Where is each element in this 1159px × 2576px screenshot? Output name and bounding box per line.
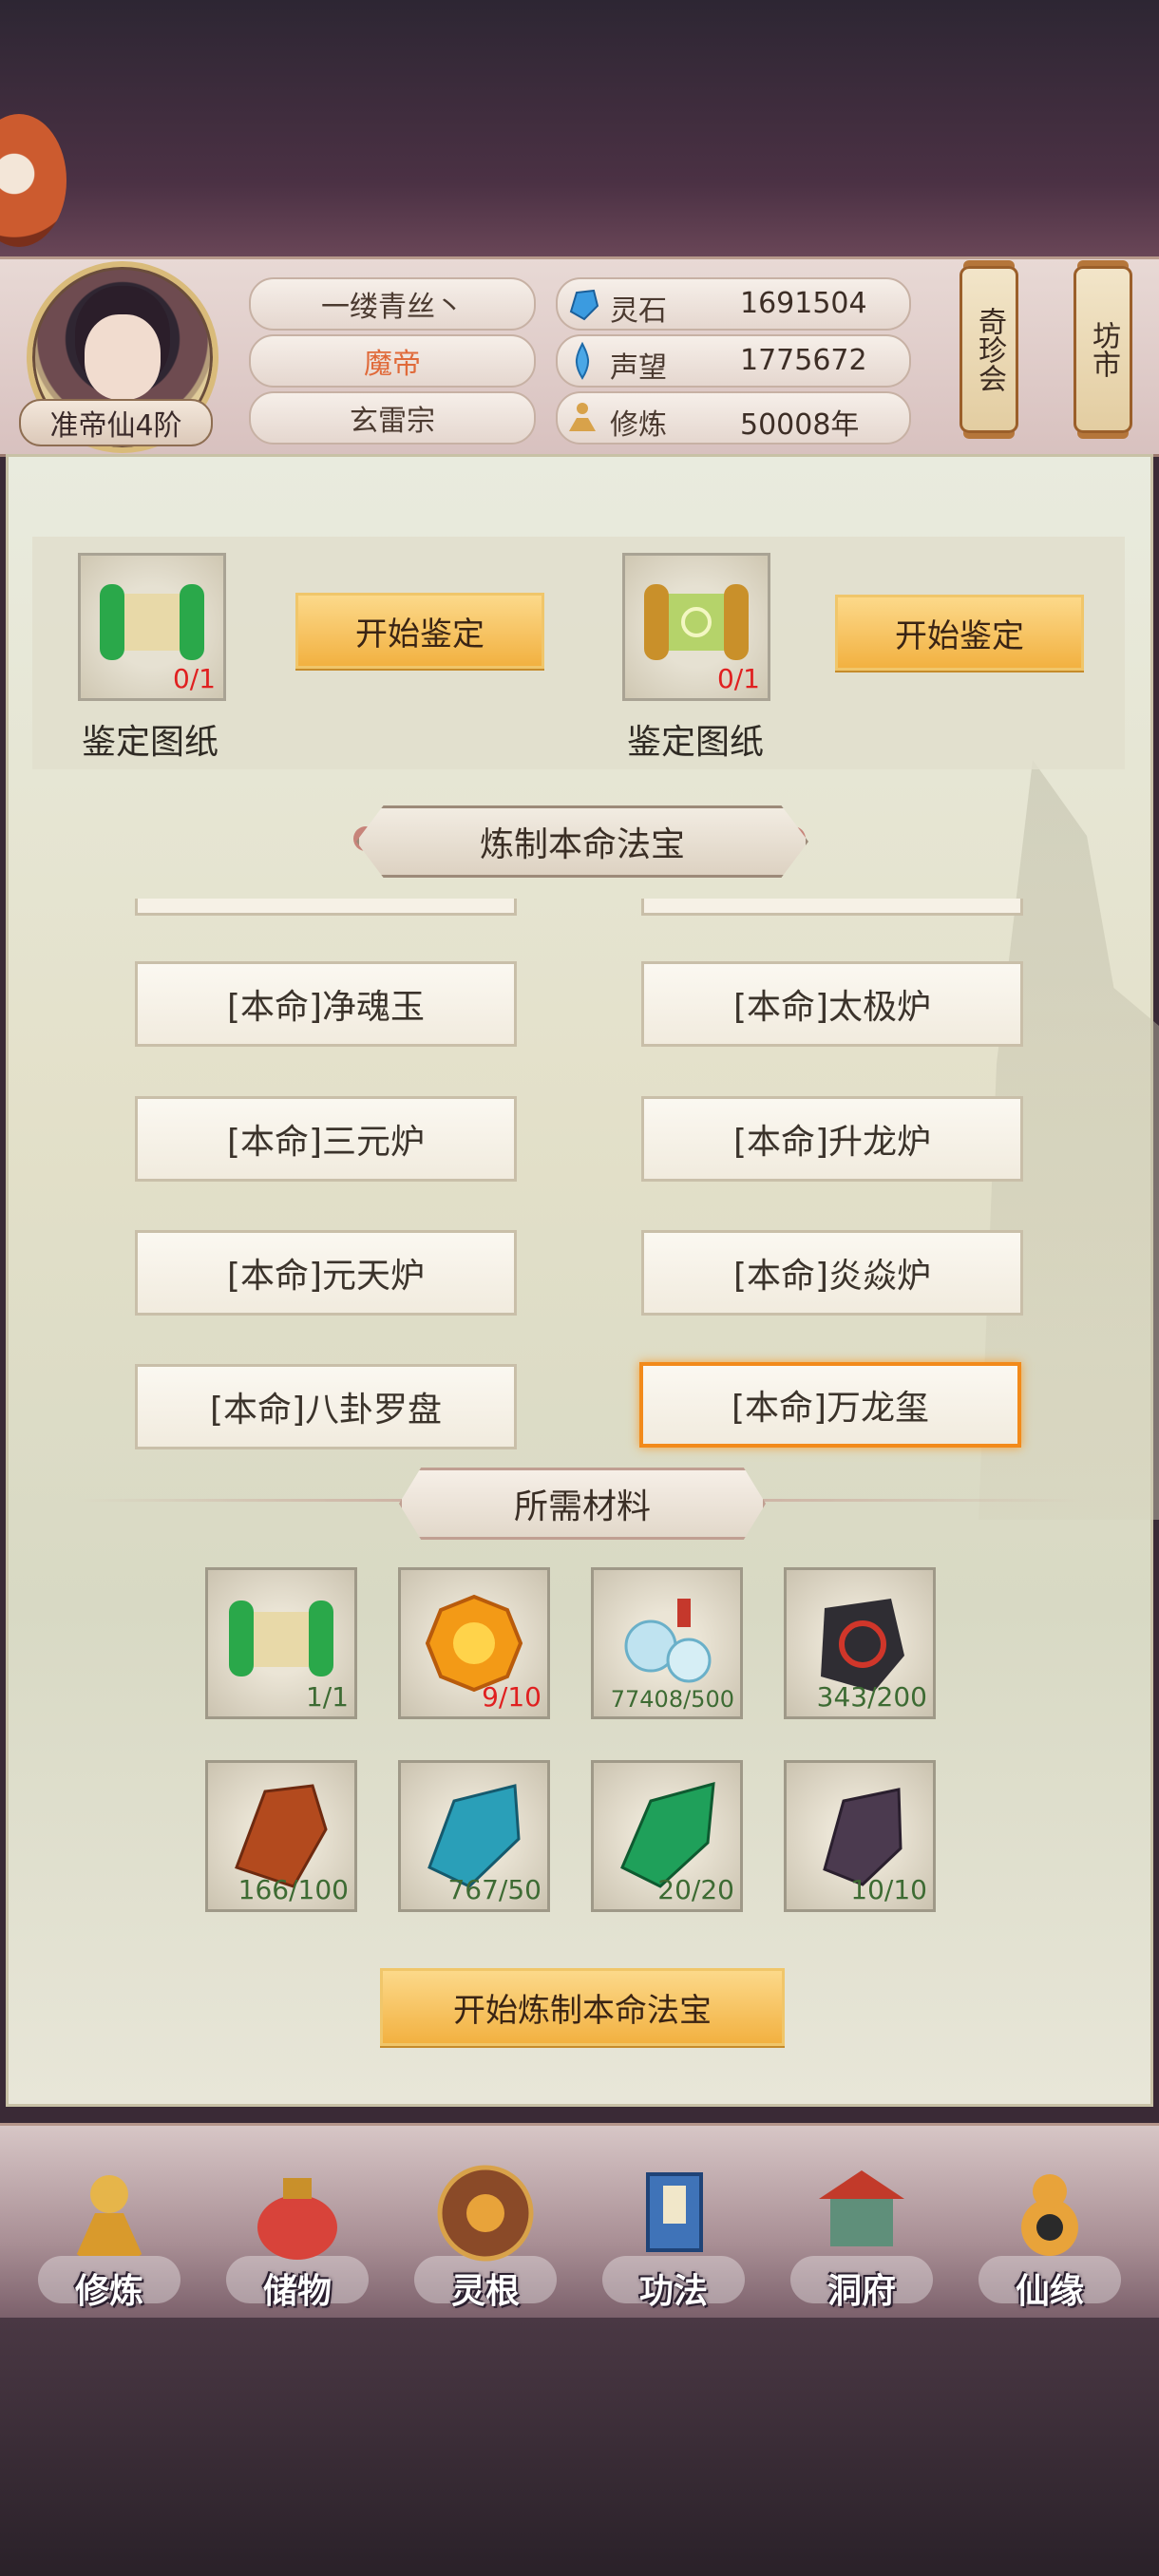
treasure-fair-button[interactable]: 奇珍会 xyxy=(960,266,1018,433)
nav-spirit-root[interactable]: 灵根 xyxy=(414,2161,557,2313)
material-slot-2[interactable]: 9/10 xyxy=(398,1567,550,1719)
cave-mansion-icon xyxy=(819,2170,904,2246)
market-button[interactable]: 坊市 xyxy=(1074,266,1132,433)
start-identify-button-2[interactable]: 开始鉴定 xyxy=(835,595,1084,671)
spirit-stone-value: 1691504 xyxy=(740,287,867,320)
material-slot-6[interactable]: 767/50 xyxy=(398,1760,550,1912)
recipe-partial-right[interactable] xyxy=(641,899,1023,916)
bottom-background xyxy=(0,2318,1159,2576)
nav-technique[interactable]: 功法 xyxy=(602,2161,745,2313)
player-sect: 玄雷宗 xyxy=(249,391,536,445)
spirit-root-icon xyxy=(437,2165,534,2262)
material-slot-4[interactable]: 343/200 xyxy=(784,1567,936,1719)
identify-label-2: 鉴定图纸 xyxy=(627,723,765,762)
recipe-wanlongxi[interactable]: [本命]万龙玺 xyxy=(639,1362,1021,1448)
recipe-shenglonglu[interactable]: [本命]升龙炉 xyxy=(641,1096,1023,1182)
material-slot-1[interactable]: 1/1 xyxy=(205,1567,357,1719)
nav-cave-mansion[interactable]: 洞府 xyxy=(790,2161,933,2313)
stat-spirit-stone: 灵石 1691504 xyxy=(556,277,911,331)
cultivation-value: 50008年 xyxy=(740,408,860,442)
storage-bag-icon xyxy=(257,2178,337,2260)
recipe-sanyuanlu[interactable]: [本命]三元炉 xyxy=(135,1096,517,1182)
material-slot-5[interactable]: 166/100 xyxy=(205,1760,357,1912)
nav-storage[interactable]: 储物 xyxy=(226,2161,369,2313)
recipe-yanyanlu[interactable]: [本命]炎焱炉 xyxy=(641,1230,1023,1316)
recipe-yuantianlu[interactable]: [本命]元天炉 xyxy=(135,1230,517,1316)
fortune-gourd-icon xyxy=(1021,2174,1078,2256)
nav-fortune[interactable]: 仙缘 xyxy=(978,2161,1121,2313)
cultivator-icon xyxy=(76,2175,142,2256)
identify-slot-2[interactable]: 0/1 xyxy=(622,553,770,701)
nav-cultivate[interactable]: 修炼 xyxy=(38,2161,180,2313)
player-title: 魔帝 xyxy=(249,334,536,388)
forge-section-title: 炼制本命法宝 xyxy=(356,805,808,878)
material-slot-3[interactable]: 77408/500 xyxy=(591,1567,743,1719)
stat-cultivation: 修炼 50008年 xyxy=(556,391,911,445)
start-forge-button[interactable]: 开始炼制本命法宝 xyxy=(380,1968,785,2046)
top-background xyxy=(0,0,1159,261)
start-identify-button-1[interactable]: 开始鉴定 xyxy=(295,593,544,669)
technique-book-icon xyxy=(646,2172,703,2252)
prestige-crystal-icon xyxy=(576,342,589,380)
material-slot-8[interactable]: 10/10 xyxy=(784,1760,936,1912)
prestige-value: 1775672 xyxy=(740,344,867,377)
rank-badge: 准帝仙4阶 xyxy=(19,399,213,446)
player-name: 一缕青丝丶 xyxy=(249,277,536,331)
materials-title: 所需材料 xyxy=(399,1468,766,1540)
identify-slot-1[interactable]: 0/1 xyxy=(78,553,226,701)
identify-label-1: 鉴定图纸 xyxy=(82,723,219,762)
recipe-taijilu[interactable]: [本命]太极炉 xyxy=(641,961,1023,1047)
recipe-baguaxluopan[interactable]: [本命]八卦罗盘 xyxy=(135,1364,517,1449)
stat-prestige: 声望 1775672 xyxy=(556,334,911,388)
recipe-partial-left[interactable] xyxy=(135,899,517,916)
material-slot-7[interactable]: 20/20 xyxy=(591,1760,743,1912)
meditation-icon xyxy=(569,403,596,431)
recipe-jinghunyu[interactable]: [本命]净魂玉 xyxy=(135,961,517,1047)
spirit-stone-icon xyxy=(569,289,599,321)
